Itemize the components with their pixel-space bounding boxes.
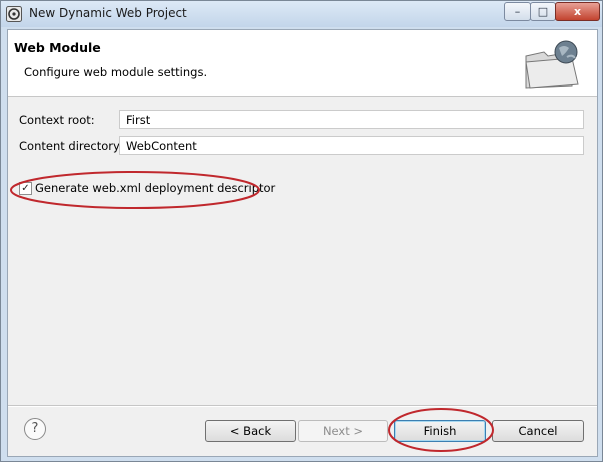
dialog-client-area: Web Module Configure web module settings… <box>7 29 598 457</box>
minimize-button[interactable]: – <box>504 2 531 21</box>
page-description: Configure web module settings. <box>24 65 208 79</box>
next-button[interactable]: Next > <box>298 420 388 442</box>
generate-descriptor-label[interactable]: Generate web.xml deployment descriptor <box>35 181 275 195</box>
eclipse-app-icon <box>6 6 22 22</box>
content-directory-label: Content directory: <box>19 139 123 153</box>
wizard-banner: Web Module Configure web module settings… <box>8 30 597 97</box>
help-button[interactable]: ? <box>24 418 46 440</box>
dialog-window: New Dynamic Web Project – □ x Web Module… <box>0 0 603 462</box>
folder-globe-icon <box>525 40 579 89</box>
button-bar-separator <box>8 405 597 407</box>
back-button[interactable]: < Back <box>205 420 296 442</box>
content-directory-input[interactable]: WebContent <box>119 136 584 155</box>
context-root-label: Context root: <box>19 113 95 127</box>
close-button[interactable]: x <box>555 2 600 21</box>
maximize-button[interactable]: □ <box>530 2 556 21</box>
generate-descriptor-checkbox[interactable]: ✓ <box>19 182 32 195</box>
window-title: New Dynamic Web Project <box>29 6 187 20</box>
cancel-button[interactable]: Cancel <box>492 420 584 442</box>
finish-button[interactable]: Finish <box>394 420 486 442</box>
title-bar[interactable]: New Dynamic Web Project – □ x <box>1 1 602 27</box>
page-title: Web Module <box>14 40 101 55</box>
context-root-input[interactable]: First <box>119 110 584 129</box>
